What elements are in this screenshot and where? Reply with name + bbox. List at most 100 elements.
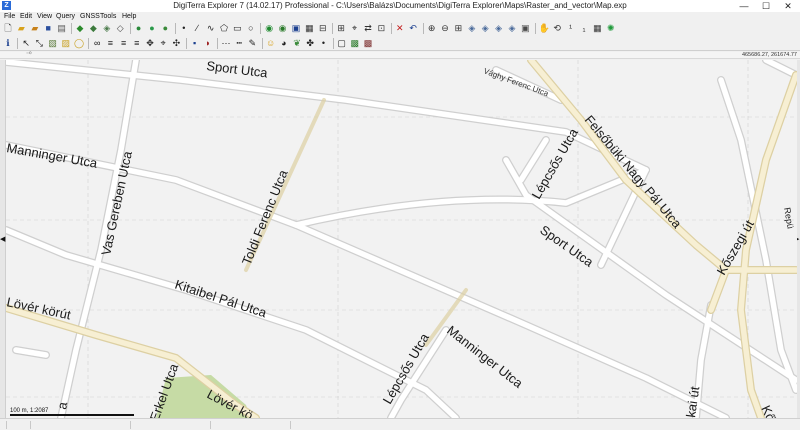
dashed-line-icon[interactable]: ┅ xyxy=(234,38,244,48)
status-divider xyxy=(130,421,131,429)
globe-edit-icon[interactable]: ● xyxy=(160,23,170,33)
map-svg: Sport Utca Vághy Ferenc Utca Felsőbüki N… xyxy=(6,60,797,418)
map-canvas[interactable]: Sport Utca Vághy Ferenc Utca Felsőbüki N… xyxy=(6,60,797,418)
zoom-window-icon[interactable]: ⊞ xyxy=(453,23,463,33)
new-document-icon[interactable]: 🗋 xyxy=(3,23,13,33)
shield-icon[interactable]: ◗ xyxy=(203,38,213,48)
globe-icon[interactable]: ● xyxy=(134,23,144,33)
delete-icon[interactable]: ✕ xyxy=(395,23,405,33)
pan-hand-icon[interactable]: ✋ xyxy=(539,23,550,33)
label-manninger-utca-left: Manninger Utca xyxy=(6,140,99,171)
grid-icon[interactable]: ▦ xyxy=(592,23,602,33)
stop-icon[interactable]: ◉ xyxy=(278,23,288,33)
toolbar-separator xyxy=(390,23,392,34)
smiley-icon[interactable]: ☺ xyxy=(266,38,276,48)
merge-icon[interactable]: ⊞ xyxy=(336,23,346,33)
ruler-mark: ⁻⁰ xyxy=(26,52,32,58)
zoom-in-icon[interactable]: ⊕ xyxy=(427,23,437,33)
node-icon[interactable]: ✣ xyxy=(171,38,181,48)
toolbar-separator xyxy=(71,23,72,34)
circle-tool-icon[interactable]: ◯ xyxy=(74,38,84,48)
gps-icon[interactable]: ✺ xyxy=(606,23,616,33)
arrow-select-icon[interactable]: ↖ xyxy=(21,38,31,48)
draw-polygon-icon[interactable]: ⬠ xyxy=(219,23,229,33)
toolbar-separator xyxy=(185,38,187,49)
draw-point-icon[interactable]: • xyxy=(179,23,189,33)
coordinate-readout: 465686.27, 261674.77 xyxy=(741,52,797,58)
bullet-icon[interactable]: • xyxy=(318,38,328,48)
layer-add-icon[interactable]: ◆ xyxy=(88,23,98,33)
align-right-icon[interactable]: ≡ xyxy=(132,38,142,48)
toolbar-separator xyxy=(534,23,536,34)
image-icon[interactable]: ▧ xyxy=(48,38,58,48)
label-manninger-utca-bottom: Manninger Utca xyxy=(444,323,526,392)
stamp-icon[interactable]: ◕ xyxy=(279,38,289,48)
node-edit-icon[interactable]: ▦ xyxy=(304,23,314,33)
layer-remove-icon[interactable]: ◇ xyxy=(115,23,125,33)
leaf-icon[interactable]: ❦ xyxy=(292,38,302,48)
resize-icon[interactable]: ⤡ xyxy=(34,38,44,48)
measure-icon[interactable]: ⊡ xyxy=(376,23,386,33)
photo-edit-icon[interactable]: ▩ xyxy=(363,38,373,48)
toolbar-separator xyxy=(332,23,334,34)
toolbar-separator xyxy=(260,23,262,34)
go-green-icon[interactable]: ◉ xyxy=(264,23,274,33)
swap-icon[interactable]: ⇄ xyxy=(363,23,373,33)
toolbar-separator xyxy=(129,23,131,34)
toolbar-separator xyxy=(17,38,19,49)
draw-rectangle-icon[interactable]: ▭ xyxy=(232,23,242,33)
status-divider xyxy=(210,421,211,429)
zoom-all-icon[interactable]: ◈ xyxy=(480,23,490,33)
open-folder-icon[interactable]: ▰ xyxy=(16,23,26,33)
split-icon[interactable]: ⊟ xyxy=(318,23,328,33)
ruler: ⁻⁰ 465686.27, 261674.77 xyxy=(0,52,800,59)
zoom-layer-icon[interactable]: ◈ xyxy=(467,23,477,33)
status-bar xyxy=(0,418,800,430)
vertex-icon[interactable]: ⌖ xyxy=(158,38,168,48)
label-sport-utca-right: Sport Utca xyxy=(537,222,597,270)
scale-100-icon[interactable]: ¹ xyxy=(566,23,576,33)
draw-line-icon[interactable]: ∕ xyxy=(192,23,202,33)
layer-edit-icon[interactable]: ◈ xyxy=(102,23,112,33)
toolbar-separator xyxy=(217,38,218,49)
info-icon[interactable]: ℹ xyxy=(3,38,13,48)
main-toolbar: 🗋 ▰ ▰ ■ ▤ ◆ ◆ ◈ ◇ ● ● ● • ∕ ∿ ⬠ ▭ ○ ◉ ◉ ▣ ▦ ⊟ ⊞ ⌖ ⇄ ⊡ ✕ ↶ ⊕ ⊖ ⊞ ◈ ◈ ◈ ◈ ▣ ✋ ⟲ ¹… xyxy=(0,21,800,36)
align-left-icon[interactable]: ≡ xyxy=(105,38,115,48)
binoculars-icon[interactable]: ∞ xyxy=(92,38,102,48)
scale-1000-icon[interactable]: ₁ xyxy=(579,23,589,33)
zoom-select-icon[interactable]: ▣ xyxy=(520,23,530,33)
maximize-button[interactable]: ☐ xyxy=(755,0,777,12)
snap-icon[interactable]: ⌖ xyxy=(350,23,360,33)
application-window: Z DigiTerra Explorer 7 (14.02.17) Profes… xyxy=(0,0,800,430)
frame-icon[interactable]: ▢ xyxy=(337,38,347,48)
edit-toolbar: ℹ ↖ ⤡ ▧ ▨ ◯ ∞ ≡ ≡ ≡ ✥ ⌖ ✣ ▪ ◗ ⋯ ┅ ✎ ☺ ◕ ❦ ✤ • ▢ ▩ ▩ xyxy=(0,36,800,51)
layer-icon[interactable]: ◆ xyxy=(75,23,85,33)
pencil-icon[interactable]: ✎ xyxy=(247,38,257,48)
attribute-icon[interactable]: ▪ xyxy=(190,38,200,48)
puzzle-icon[interactable]: ✤ xyxy=(305,38,315,48)
move-icon[interactable]: ✥ xyxy=(145,38,155,48)
status-divider xyxy=(30,421,31,429)
globe-add-icon[interactable]: ● xyxy=(147,23,157,33)
photo-icon[interactable]: ▩ xyxy=(350,38,360,48)
draw-curve-icon[interactable]: ∿ xyxy=(206,23,216,33)
undo-icon[interactable]: ↶ xyxy=(408,23,418,33)
minimize-button[interactable]: — xyxy=(733,0,755,12)
close-button[interactable]: ✕ xyxy=(777,0,799,12)
rotate-icon[interactable]: ⟲ xyxy=(552,23,562,33)
zoom-next-icon[interactable]: ◈ xyxy=(507,23,517,33)
window-title: DigiTerra Explorer 7 (14.02.17) Professi… xyxy=(173,1,627,10)
label-lepcsos-utca-top: Lépcsős Utca xyxy=(529,125,582,201)
print-icon[interactable]: ▤ xyxy=(57,23,67,33)
zoom-prev-icon[interactable]: ◈ xyxy=(494,23,504,33)
save-icon[interactable]: ■ xyxy=(43,23,53,33)
align-center-icon[interactable]: ≡ xyxy=(119,38,129,48)
zoom-out-icon[interactable]: ⊖ xyxy=(440,23,450,33)
select-frame-icon[interactable]: ▣ xyxy=(291,23,301,33)
open-map-icon[interactable]: ▰ xyxy=(30,23,40,33)
raster-icon[interactable]: ▨ xyxy=(61,38,71,48)
draw-circle-icon[interactable]: ○ xyxy=(246,23,256,33)
dotted-line-icon[interactable]: ⋯ xyxy=(221,38,231,48)
collapse-left-arrow-icon[interactable]: ◀ xyxy=(0,236,5,243)
status-divider xyxy=(6,421,7,429)
